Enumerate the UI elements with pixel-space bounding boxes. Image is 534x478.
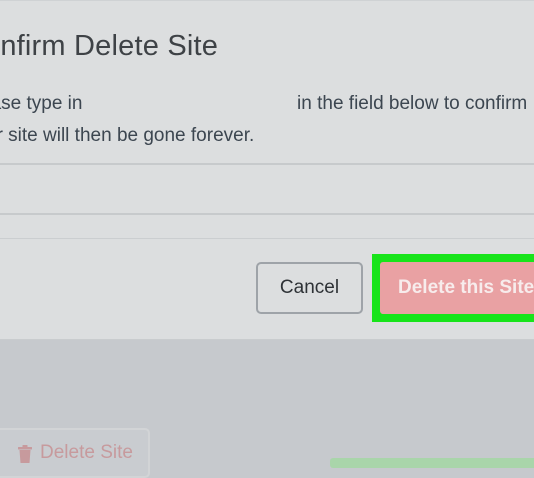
cancel-button[interactable]: Cancel	[256, 262, 363, 314]
dialog-title: onfirm Delete Site	[0, 30, 219, 62]
instruction-line-2: ur site will then be gone forever.	[0, 125, 255, 146]
footer-divider	[0, 238, 534, 239]
delete-this-site-button[interactable]: Delete this Site	[380, 262, 534, 314]
background-delete-site-button[interactable]: Delete Site	[0, 428, 150, 478]
confirm-delete-dialog: onfirm Delete Site ease type in in the f…	[0, 0, 534, 340]
divider	[0, 0, 534, 1]
instruction-before: ease type in	[0, 93, 83, 114]
background-delete-site-label: Delete Site	[40, 442, 133, 463]
confirm-site-name-input[interactable]	[0, 163, 534, 215]
instruction-after: in the field below to confirm	[297, 93, 528, 114]
background-green-button[interactable]	[330, 458, 534, 468]
trash-icon	[18, 445, 32, 463]
site-name-placeholder	[88, 94, 292, 114]
instruction-text: ease type in in the field below to confi…	[0, 93, 527, 115]
